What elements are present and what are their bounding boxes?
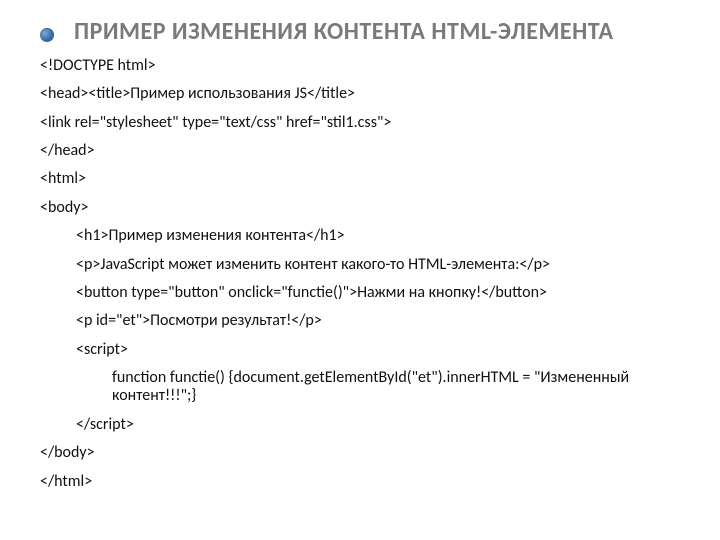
code-line: <body> <box>40 199 680 217</box>
code-line: function functie() {document.getElementB… <box>40 369 680 406</box>
code-block: <!DOCTYPE html> <head><title>Пример испо… <box>40 57 680 491</box>
code-line: <html> <box>40 170 680 188</box>
code-line: </head> <box>40 142 680 160</box>
code-line: <button type="button" onclick="functie()… <box>40 284 680 302</box>
slide-title: ПРИМЕР ИЗМЕНЕНИЯ КОНТЕНТА HTML-ЭЛЕМЕНТА <box>74 18 674 47</box>
code-line: <link rel="stylesheet" type="text/css" h… <box>40 114 680 132</box>
title-bullet-icon <box>40 28 54 42</box>
code-line: </html> <box>40 473 680 491</box>
code-line: </script> <box>40 416 680 434</box>
code-line: <p id="et">Посмотри результат!</p> <box>40 312 680 330</box>
code-line: <h1>Пример изменения контента</h1> <box>40 227 680 245</box>
code-line: <!DOCTYPE html> <box>40 57 680 75</box>
code-line: <script> <box>40 341 680 359</box>
code-line: <head><title>Пример использования JS</ti… <box>40 85 680 103</box>
slide: ПРИМЕР ИЗМЕНЕНИЯ КОНТЕНТА HTML-ЭЛЕМЕНТА … <box>0 0 720 540</box>
code-line: </body> <box>40 444 680 462</box>
code-line: <p>JavaScript может изменить контент как… <box>40 256 680 274</box>
